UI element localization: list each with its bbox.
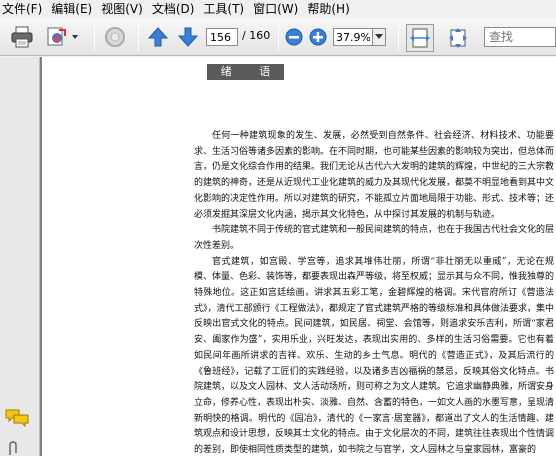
fit-page-button[interactable]	[444, 24, 472, 52]
zoom-dropdown-button[interactable]	[372, 28, 386, 46]
fit-width-button[interactable]	[406, 24, 434, 52]
document-page: 绪 语 任何一种建筑现象的发生、发展，必然受到自然条件、社会经济、材料技术、功能…	[42, 57, 556, 456]
paragraph: 官式建筑，如宫殿、学宫等，追求其堆伟壮丽，所谓“非壮丽无以重威”，无论在规模、体…	[194, 256, 555, 456]
zoom-in-icon	[309, 28, 327, 46]
attachment-button[interactable]	[6, 441, 30, 455]
menu-document[interactable]: 文档(D)	[152, 1, 195, 17]
print-button[interactable]	[8, 24, 36, 50]
menu-bar: 文件(F) 编辑(E) 视图(V) 文档(D) 工具(T) 窗口(W) 帮助(H…	[0, 0, 556, 17]
menu-tools[interactable]: 工具(T)	[203, 1, 244, 17]
export-icon	[47, 27, 78, 46]
fit-width-icon	[410, 28, 430, 48]
menu-file[interactable]: 文件(F)	[2, 1, 42, 17]
arrow-down-icon	[177, 27, 199, 47]
document-body: 任何一种建筑现象的发生、发展，必然受到自然条件、社会经济、材料技术、功能要求、生…	[194, 129, 554, 456]
page-total: / 160	[242, 29, 271, 42]
menu-window[interactable]: 窗口(W)	[253, 1, 298, 17]
toolbar-separator	[398, 23, 399, 51]
previous-page-button[interactable]	[146, 24, 170, 50]
toolbar-separator	[94, 23, 95, 51]
fit-page-icon	[449, 28, 467, 48]
chevron-down-icon	[375, 34, 383, 39]
toolbar-separator	[138, 23, 139, 51]
toolbar: / 160	[0, 18, 556, 56]
menu-help[interactable]: 帮助(H)	[307, 1, 349, 17]
comments-button[interactable]	[4, 407, 32, 429]
disabled-button[interactable]	[102, 24, 128, 50]
menu-edit[interactable]: 编辑(E)	[51, 1, 92, 17]
chapter-heading: 绪 语	[207, 64, 284, 80]
paragraph: 任何一种建筑现象的发生、发展，必然受到自然条件、社会经济、材料技术、功能要求、生…	[194, 131, 555, 220]
zoom-in-button[interactable]	[308, 27, 328, 47]
export-button[interactable]	[44, 24, 80, 50]
page-number-input[interactable]	[206, 28, 238, 46]
arrow-up-icon	[147, 27, 169, 47]
disabled-circle-icon	[105, 27, 125, 47]
navigation-panel	[0, 57, 40, 456]
zoom-level-input[interactable]	[333, 28, 373, 46]
toolbar-separator	[278, 23, 279, 51]
printer-icon	[11, 26, 33, 48]
comments-icon	[5, 409, 29, 428]
menu-view[interactable]: 视图(V)	[101, 1, 143, 17]
zoom-out-icon	[285, 28, 303, 46]
zoom-out-button[interactable]	[284, 27, 304, 47]
paragraph: 书院建筑不同于传统的官式建筑和一般民间建筑的特点，也在于我国古代社会文化的层次性…	[194, 225, 555, 251]
next-page-button[interactable]	[176, 24, 200, 50]
search-input[interactable]	[484, 27, 556, 47]
paperclip-icon	[9, 441, 17, 455]
